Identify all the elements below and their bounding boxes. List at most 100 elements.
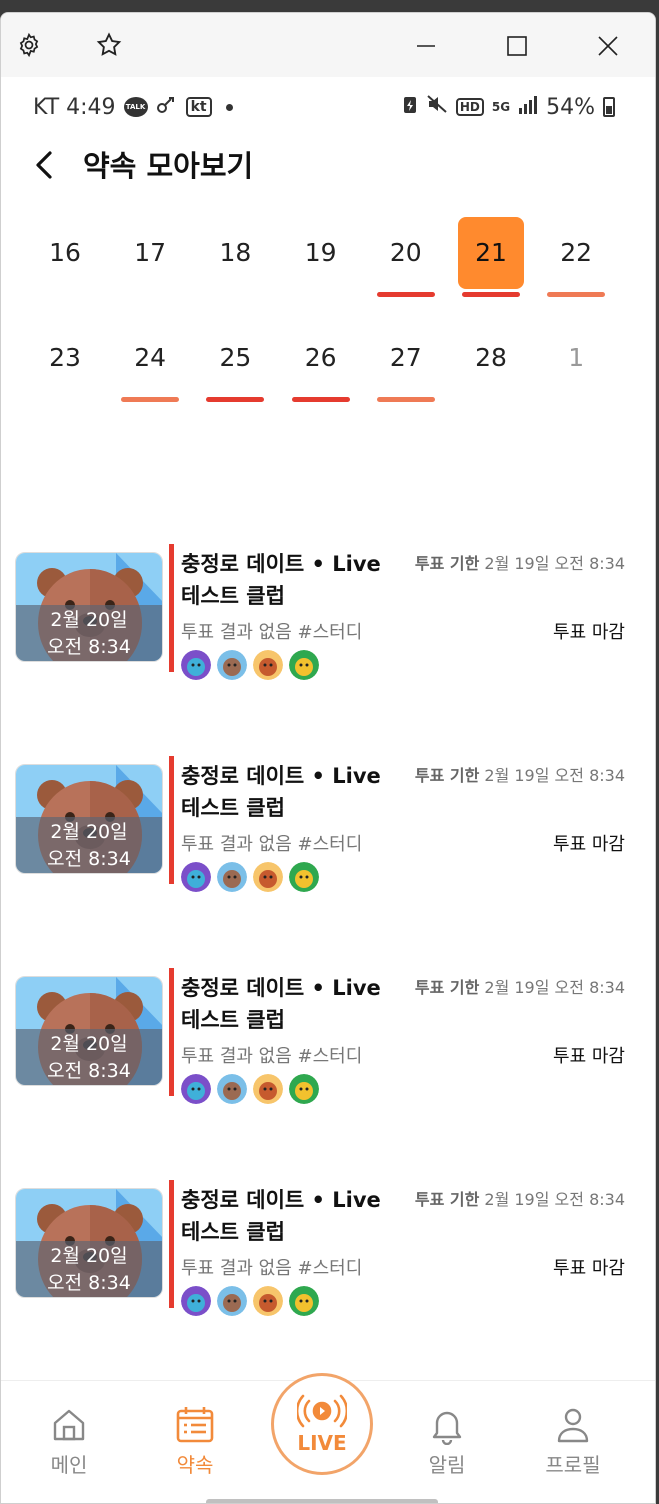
event-subtitle: 투표 결과 없음 #스터디 [181,1258,363,1279]
settings-icon[interactable] [15,31,43,59]
member-avatar[interactable] [253,1286,283,1316]
event-indicator-bar [376,292,435,297]
kakaotalk-icon: TALK [123,97,148,117]
event-date: 2월 20일 [50,1245,128,1267]
calendar-day-number: 16 [49,238,81,267]
nav-profile-label: 프로필 [545,1453,601,1477]
event-thumbnail: 2월 20일 오전 8:34 [15,1188,163,1298]
home-indicator[interactable] [206,1499,438,1503]
calendar-day[interactable]: 18 [202,217,268,289]
star-icon[interactable] [95,31,123,59]
app-window: KT 4:49 TALK kt HD 5G 54% 약속 모아보기 16 17 … [0,12,656,1504]
member-avatar[interactable] [253,1074,283,1104]
calendar-day[interactable]: 20 [373,217,439,297]
member-avatar[interactable] [217,1286,247,1316]
live-broadcast-icon [297,1394,347,1428]
calendar-day[interactable]: 22 [543,217,609,297]
event-time: 오전 8:34 [47,636,131,658]
calendar-day[interactable]: 24 [117,322,183,402]
event-time: 오전 8:34 [47,1272,131,1294]
event-title: 충정로 데이트 • Live 테스트 클럽 [181,764,381,820]
event-indicator-bar [547,292,606,297]
member-avatar[interactable] [253,862,283,892]
app-screen: KT 4:49 TALK kt HD 5G 54% 약속 모아보기 16 17 … [1,77,655,1503]
calendar-day[interactable]: 27 [373,322,439,402]
event-date: 2월 20일 [50,609,128,631]
nav-profile[interactable]: 프로필 [523,1405,623,1478]
network-5g-icon: 5G [491,100,511,114]
calendar-day-number: 23 [49,343,81,372]
vote-deadline-value: 2월 19일 오전 8:34 [484,978,625,997]
member-avatar[interactable] [217,650,247,680]
back-arrow-icon[interactable] [27,147,63,183]
event-accent-line [169,968,174,1096]
calendar-day[interactable]: 17 [117,217,183,289]
calendar-day[interactable]: 28 [458,322,524,394]
calendar-day[interactable]: 23 [32,322,98,394]
battery-icon [603,97,615,117]
event-indicator-bar [291,397,350,402]
vote-status: 투표 마감 [553,622,625,643]
calendar-week: 23 24 25 26 27 28 1 [23,322,619,427]
member-avatar[interactable] [289,1286,319,1316]
event-indicator-bar [206,397,265,402]
live-button[interactable]: LIVE [271,1373,373,1475]
member-avatar[interactable] [181,862,211,892]
nav-schedule[interactable]: 약속 [145,1405,245,1478]
event-accent-line [169,756,174,884]
vote-deadline-value: 2월 19일 오전 8:34 [484,1190,625,1209]
event-card[interactable]: 2월 20일 오전 8:34 충정로 데이트 • Live 테스트 클럽 투표 … [1,1180,655,1330]
event-card[interactable]: 2월 20일 오전 8:34 충정로 데이트 • Live 테스트 클럽 투표 … [1,968,655,1118]
member-avatar[interactable] [181,650,211,680]
calendar-day[interactable]: 19 [288,217,354,289]
calendar-day-number: 19 [304,238,337,267]
calendar-day[interactable]: 16 [32,217,98,289]
member-avatar[interactable] [181,1286,211,1316]
event-indicator-bar [121,397,180,402]
member-avatar[interactable] [217,862,247,892]
nav-home[interactable]: 메인 [19,1405,119,1478]
calendar-day-number: 27 [389,343,422,372]
event-subtitle: 투표 결과 없음 #스터디 [181,834,363,855]
member-avatar[interactable] [253,650,283,680]
notification-dot-icon [225,103,233,111]
event-date-overlay: 2월 20일 오전 8:34 [16,605,162,661]
member-avatar[interactable] [217,1074,247,1104]
bottom-nav: 메인 약속 LIVE 알림 프로필 [1,1373,655,1503]
member-avatar[interactable] [289,1074,319,1104]
vote-deadline: 투표 기한 2월 19일 오전 8:34 [415,974,625,998]
event-subtitle: 투표 결과 없음 #스터디 [181,622,363,643]
signal-icon [518,95,538,120]
vote-deadline-label: 투표 기한 [414,554,480,573]
member-avatar[interactable] [181,1074,211,1104]
calendar-day-selected[interactable]: 21 [458,217,524,297]
calendar-week: 16 17 18 19 20 21 22 [23,217,619,322]
nav-alerts[interactable]: 알림 [397,1405,497,1478]
member-avatar[interactable] [289,650,319,680]
event-date-overlay: 2월 20일 오전 8:34 [16,817,162,873]
calendar-day-number: 21 [475,238,507,267]
window-titlebar [1,13,655,77]
member-avatar[interactable] [289,862,319,892]
link-icon [156,94,178,120]
calendar-day-number: 20 [389,238,422,267]
vote-deadline-label: 투표 기한 [414,766,480,785]
calendar-day[interactable]: 26 [288,322,354,402]
event-indicator-bar [376,397,435,402]
maximize-icon[interactable] [502,31,532,61]
calendar-day[interactable]: 25 [202,322,268,402]
calendar-day-number: 26 [304,343,337,372]
home-icon [53,1409,85,1441]
calendar-day-number: 17 [134,238,167,267]
event-accent-line [169,1180,174,1308]
event-accent-line [169,544,174,672]
event-card[interactable]: 2월 20일 오전 8:34 충정로 데이트 • Live 테스트 클럽 투표 … [1,756,655,906]
event-date-overlay: 2월 20일 오전 8:34 [16,1241,162,1297]
carrier-time: KT 4:49 [33,94,116,120]
calendar-day[interactable]: 1 [543,322,609,394]
event-card[interactable]: 2월 20일 오전 8:34 충정로 데이트 • Live 테스트 클럽 투표 … [1,544,655,694]
close-icon[interactable] [593,31,623,61]
minimize-icon[interactable] [411,31,441,61]
vote-deadline-label: 투표 기한 [414,1190,480,1209]
event-time: 오전 8:34 [47,1060,131,1082]
